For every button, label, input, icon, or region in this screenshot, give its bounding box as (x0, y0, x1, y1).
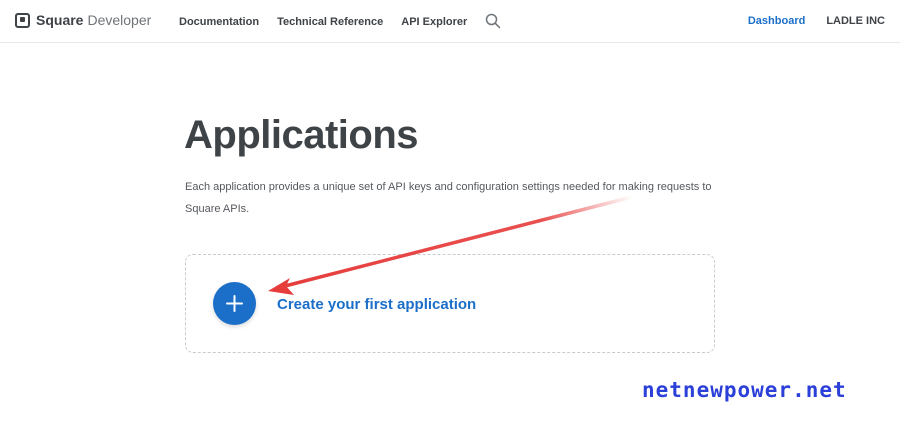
nav-documentation[interactable]: Documentation (179, 16, 259, 28)
account-nav: Dashboard LADLE INC (748, 15, 885, 27)
page-title: Applications (184, 113, 419, 157)
page: Square Developer Documentation Technical… (0, 0, 900, 436)
watermark: netnewpower.net (642, 378, 847, 402)
dashboard-link[interactable]: Dashboard (748, 15, 805, 27)
main-nav: Documentation Technical Reference API Ex… (179, 13, 501, 29)
page-description: Each application provides a unique set o… (185, 181, 712, 215)
search-icon[interactable] (485, 13, 501, 29)
create-application-label[interactable]: Create your first application (277, 296, 476, 313)
brand-subtitle: Developer (87, 12, 152, 28)
top-navigation-bar: Square Developer Documentation Technical… (0, 0, 900, 43)
brand[interactable]: Square Developer (15, 12, 151, 28)
nav-api-explorer[interactable]: API Explorer (401, 16, 467, 28)
square-logo-icon (15, 12, 30, 28)
plus-icon (226, 295, 243, 312)
create-application-button[interactable] (213, 282, 256, 325)
brand-name: Square (36, 12, 84, 28)
nav-technical-reference[interactable]: Technical Reference (277, 16, 383, 28)
account-menu[interactable]: LADLE INC (826, 15, 885, 27)
create-application-card[interactable]: Create your first application (185, 254, 715, 353)
